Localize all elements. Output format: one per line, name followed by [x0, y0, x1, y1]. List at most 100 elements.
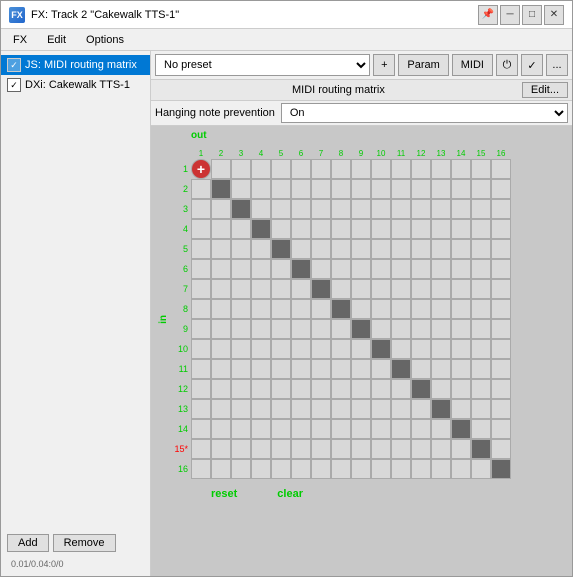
- cell-7-11[interactable]: [411, 299, 431, 319]
- cell-9-14[interactable]: [471, 339, 491, 359]
- close-button[interactable]: ✕: [544, 5, 564, 25]
- cell-10-0[interactable]: [191, 359, 211, 379]
- cell-5-15[interactable]: [491, 259, 511, 279]
- cell-13-14[interactable]: [471, 419, 491, 439]
- cell-1-14[interactable]: [471, 179, 491, 199]
- cell-2-3[interactable]: [251, 199, 271, 219]
- cell-7-1[interactable]: [211, 299, 231, 319]
- cell-1-8[interactable]: [351, 179, 371, 199]
- cell-1-1[interactable]: [211, 179, 231, 199]
- add-preset-button[interactable]: +: [373, 54, 395, 76]
- cell-5-14[interactable]: [471, 259, 491, 279]
- cell-7-3[interactable]: [251, 299, 271, 319]
- cell-15-5[interactable]: [291, 459, 311, 479]
- cell-3-0[interactable]: [191, 219, 211, 239]
- cell-12-12[interactable]: [431, 399, 451, 419]
- cell-3-13[interactable]: [451, 219, 471, 239]
- cell-3-1[interactable]: [211, 219, 231, 239]
- minimize-button[interactable]: ─: [500, 5, 520, 25]
- cell-1-3[interactable]: [251, 179, 271, 199]
- cell-11-2[interactable]: [231, 379, 251, 399]
- cell-0-9[interactable]: [371, 159, 391, 179]
- cell-11-8[interactable]: [351, 379, 371, 399]
- cell-2-13[interactable]: [451, 199, 471, 219]
- cell-13-8[interactable]: [351, 419, 371, 439]
- cell-11-14[interactable]: [471, 379, 491, 399]
- cell-5-3[interactable]: [251, 259, 271, 279]
- cell-7-8[interactable]: [351, 299, 371, 319]
- cell-9-4[interactable]: [271, 339, 291, 359]
- cell-5-5[interactable]: [291, 259, 311, 279]
- cell-13-9[interactable]: [371, 419, 391, 439]
- cell-7-6[interactable]: [311, 299, 331, 319]
- cell-6-12[interactable]: [431, 279, 451, 299]
- cell-2-5[interactable]: [291, 199, 311, 219]
- cell-9-8[interactable]: [351, 339, 371, 359]
- cell-6-7[interactable]: [331, 279, 351, 299]
- cell-14-8[interactable]: [351, 439, 371, 459]
- cell-7-12[interactable]: [431, 299, 451, 319]
- cell-6-5[interactable]: [291, 279, 311, 299]
- reset-button[interactable]: reset: [195, 485, 253, 503]
- cell-4-10[interactable]: [391, 239, 411, 259]
- cell-5-6[interactable]: [311, 259, 331, 279]
- cell-1-15[interactable]: [491, 179, 511, 199]
- cell-11-7[interactable]: [331, 379, 351, 399]
- param-button[interactable]: Param: [398, 54, 448, 76]
- cell-14-15[interactable]: [491, 439, 511, 459]
- cell-7-15[interactable]: [491, 299, 511, 319]
- cell-6-15[interactable]: [491, 279, 511, 299]
- cell-12-7[interactable]: [331, 399, 351, 419]
- cell-10-5[interactable]: [291, 359, 311, 379]
- cell-3-2[interactable]: [231, 219, 251, 239]
- cell-10-11[interactable]: [411, 359, 431, 379]
- preset-select[interactable]: No preset: [155, 54, 370, 76]
- cell-14-6[interactable]: [311, 439, 331, 459]
- cell-1-12[interactable]: [431, 179, 451, 199]
- cell-5-9[interactable]: [371, 259, 391, 279]
- cell-3-15[interactable]: [491, 219, 511, 239]
- cell-1-6[interactable]: [311, 179, 331, 199]
- cell-12-6[interactable]: [311, 399, 331, 419]
- sidebar-item-js-midi[interactable]: JS: MIDI routing matrix: [1, 55, 150, 75]
- cell-8-4[interactable]: [271, 319, 291, 339]
- cell-2-12[interactable]: [431, 199, 451, 219]
- js-midi-checkbox[interactable]: [7, 58, 21, 72]
- cell-6-9[interactable]: [371, 279, 391, 299]
- cell-13-11[interactable]: [411, 419, 431, 439]
- clear-button[interactable]: clear: [261, 485, 319, 503]
- cell-9-11[interactable]: [411, 339, 431, 359]
- cell-13-2[interactable]: [231, 419, 251, 439]
- cell-4-6[interactable]: [311, 239, 331, 259]
- cell-15-0[interactable]: [191, 459, 211, 479]
- midi-button[interactable]: MIDI: [452, 54, 493, 76]
- cell-3-3[interactable]: [251, 219, 271, 239]
- cell-5-11[interactable]: [411, 259, 431, 279]
- cell-11-11[interactable]: [411, 379, 431, 399]
- cell-10-10[interactable]: [391, 359, 411, 379]
- cell-9-9[interactable]: [371, 339, 391, 359]
- cell-1-2[interactable]: [231, 179, 251, 199]
- cell-4-3[interactable]: [251, 239, 271, 259]
- cell-9-7[interactable]: [331, 339, 351, 359]
- cell-13-3[interactable]: [251, 419, 271, 439]
- cell-12-4[interactable]: [271, 399, 291, 419]
- cell-13-1[interactable]: [211, 419, 231, 439]
- remove-button[interactable]: Remove: [53, 534, 116, 552]
- cell-9-10[interactable]: [391, 339, 411, 359]
- cell-9-12[interactable]: [431, 339, 451, 359]
- cell-11-0[interactable]: [191, 379, 211, 399]
- cell-15-1[interactable]: [211, 459, 231, 479]
- cell-3-8[interactable]: [351, 219, 371, 239]
- cell-3-11[interactable]: [411, 219, 431, 239]
- cell-2-0[interactable]: [191, 199, 211, 219]
- cell-8-9[interactable]: [371, 319, 391, 339]
- cell-6-8[interactable]: [351, 279, 371, 299]
- cell-12-1[interactable]: [211, 399, 231, 419]
- cell-12-15[interactable]: [491, 399, 511, 419]
- cell-1-7[interactable]: [331, 179, 351, 199]
- cell-1-0[interactable]: [191, 179, 211, 199]
- cell-13-10[interactable]: [391, 419, 411, 439]
- cell-5-10[interactable]: [391, 259, 411, 279]
- cell-6-4[interactable]: [271, 279, 291, 299]
